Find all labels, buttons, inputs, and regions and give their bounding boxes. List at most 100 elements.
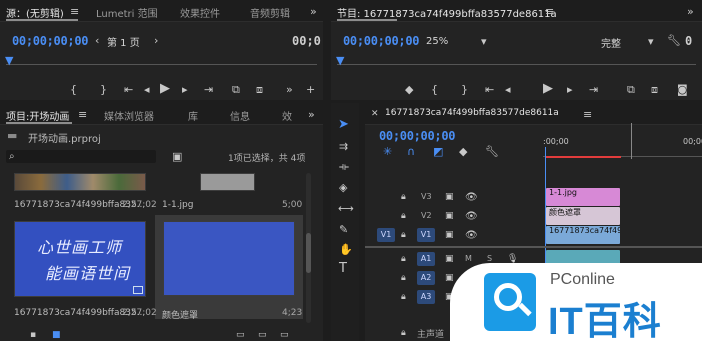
lock-icon[interactable]: ▪ <box>30 330 36 341</box>
track-label[interactable]: V1 <box>417 228 435 242</box>
zoom-select[interactable]: 25% <box>426 36 448 47</box>
new-item-icon[interactable]: ▭ <box>258 330 267 341</box>
color-matte-thumbnail[interactable] <box>163 221 295 296</box>
go-to-in-icon[interactable]: ⇤ <box>124 84 133 95</box>
menu-icon[interactable]: ≡ <box>70 6 79 17</box>
lift-icon[interactable]: ⧉ <box>627 84 635 95</box>
scrollbar-thumb[interactable] <box>306 233 311 273</box>
menu-icon[interactable]: ≡ <box>583 109 592 120</box>
tab-media-browser[interactable]: 媒体浏览器 <box>104 108 154 123</box>
add-marker-icon[interactable]: ◩ <box>433 146 443 157</box>
new-bin-icon[interactable]: ▭ <box>236 330 245 341</box>
insert-icon[interactable]: ⧉ <box>232 84 240 95</box>
menu-icon[interactable]: ≡ <box>545 6 554 17</box>
clip-thumbnail-handwriting[interactable]: 心世画工师 能画语世间 <box>14 221 146 297</box>
timeline-timecode[interactable]: 00;00;00;00 <box>379 129 455 143</box>
tab-info[interactable]: 信息 <box>230 108 250 123</box>
slip-tool-icon[interactable]: ⟷ <box>338 203 354 214</box>
clip-v1[interactable]: 16771873ca74f499bffa83577de8611a <box>546 226 620 244</box>
step-forward-icon[interactable]: ▸ <box>567 84 573 95</box>
eye-icon[interactable]: 👁︎ <box>465 192 478 203</box>
lock-icon[interactable]: 🔒︎ <box>401 273 406 284</box>
ripple-edit-tool-icon[interactable]: ⟛ <box>339 161 349 172</box>
tab-effect-controls[interactable]: 效果控件 <box>180 5 220 20</box>
eye-icon[interactable]: 👁︎ <box>465 230 478 241</box>
quality-dropdown-icon[interactable]: ▾ <box>648 36 654 47</box>
search-input[interactable]: ⌕ <box>6 150 156 163</box>
tab-effects[interactable]: 效 <box>282 108 292 123</box>
add-marker-icon[interactable]: ◆ <box>405 84 413 95</box>
source-timecode[interactable]: 00;00;00;00 <box>12 34 88 48</box>
lock-icon[interactable]: 🔒︎ <box>401 211 406 222</box>
step-forward-icon[interactable]: ▸ <box>182 84 188 95</box>
new-bin-from-search-icon[interactable]: ▣ <box>172 151 182 162</box>
lock-icon[interactable]: 🔒︎ <box>401 328 406 339</box>
tab-libraries[interactable]: 库 <box>188 108 198 123</box>
expand-tabs-icon[interactable]: » <box>310 6 317 17</box>
overwrite-icon[interactable]: ⧈ <box>256 84 263 95</box>
playhead-marker-icon[interactable]: ▼ <box>5 55 13 66</box>
mark-out-icon[interactable]: } <box>100 84 107 95</box>
sync-lock-icon[interactable]: ▣ <box>445 211 454 222</box>
program-timecode[interactable]: 00;00;00;00 <box>343 34 419 48</box>
tab-project[interactable]: 项目:开场动画 <box>6 108 69 123</box>
tab-program[interactable]: 节目: 16771873ca74f499bffa83577de8611a <box>337 5 557 20</box>
pen-tool-icon[interactable]: ✎ <box>339 224 348 235</box>
mute-button[interactable]: M <box>465 254 472 263</box>
add-control-icon[interactable]: + <box>306 84 315 95</box>
go-to-out-icon[interactable]: ⇥ <box>204 84 213 95</box>
mark-out-icon[interactable]: } <box>461 84 468 95</box>
play-icon[interactable]: ▶ <box>160 82 170 95</box>
sync-lock-icon[interactable]: ▣ <box>445 230 454 241</box>
clear-icon[interactable]: ▭ <box>280 330 289 341</box>
sync-lock-icon[interactable]: ▣ <box>445 254 454 265</box>
play-icon[interactable]: ▶ <box>543 82 553 95</box>
eye-icon[interactable]: 👁︎ <box>465 211 478 222</box>
snap-icon[interactable]: ✳︎ <box>383 146 392 157</box>
track-label[interactable]: A1 <box>417 252 435 266</box>
work-area-bar[interactable] <box>545 156 621 158</box>
page-dropdown-icon[interactable]: › <box>154 35 158 46</box>
track-select-tool-icon[interactable]: ⇉ <box>339 141 348 152</box>
type-tool-icon[interactable]: T <box>339 262 347 275</box>
mark-in-icon[interactable]: { <box>431 84 438 95</box>
expand-tabs-icon[interactable]: » <box>687 6 694 17</box>
source-scrub-bar[interactable] <box>6 64 317 65</box>
playhead-marker-icon[interactable]: ▼ <box>336 55 344 66</box>
selected-item-card[interactable] <box>155 215 303 319</box>
tab-source[interactable]: 源：(无剪辑) <box>6 5 64 20</box>
list-view-icon[interactable]: ■ <box>52 330 61 341</box>
quality-select[interactable]: 完整 <box>601 35 621 50</box>
wrench-icon[interactable]: 🔧︎ <box>667 35 681 46</box>
image-thumbnail[interactable] <box>200 173 255 191</box>
tab-audio-clip-mixer[interactable]: 音频剪辑 <box>250 5 290 20</box>
source-patch-v1[interactable]: V1 <box>377 228 395 242</box>
selection-tool-icon[interactable]: ➤ <box>338 118 349 131</box>
go-to-in-icon[interactable]: ⇤ <box>485 84 494 95</box>
tab-lumetri-scopes[interactable]: Lumetri 范围 <box>96 5 158 20</box>
page-prev-icon[interactable]: ‹ <box>95 35 99 46</box>
mark-in-icon[interactable]: { <box>70 84 77 95</box>
tab-sequence[interactable]: 16771873ca74f499bffa83577de8611a <box>385 108 559 118</box>
expand-tabs-icon[interactable]: » <box>308 109 315 120</box>
page-select[interactable]: 第 1 页 <box>107 34 140 49</box>
program-scrub-bar[interactable] <box>337 64 696 65</box>
clip-v3[interactable]: 1-1.jpg <box>546 188 620 206</box>
lock-icon[interactable]: 🔒︎ <box>401 230 406 241</box>
camera-icon[interactable]: ◙ <box>677 84 688 95</box>
linked-selection-icon[interactable]: ∩ <box>407 146 415 157</box>
lock-icon[interactable]: 🔒︎ <box>401 254 406 265</box>
zoom-dropdown-icon[interactable]: ▾ <box>481 36 487 47</box>
clip-thumbnail-video[interactable] <box>14 173 146 191</box>
step-back-icon[interactable]: ◂ <box>144 84 150 95</box>
more-controls-icon[interactable]: » <box>286 84 293 95</box>
close-icon[interactable]: ✕ <box>371 109 379 120</box>
lock-icon[interactable]: 🔒︎ <box>401 192 406 203</box>
solo-button[interactable]: S <box>487 254 492 263</box>
step-back-icon[interactable]: ◂ <box>505 84 511 95</box>
sync-lock-icon[interactable]: ▣ <box>445 273 454 284</box>
lock-icon[interactable]: 🔒︎ <box>401 292 406 303</box>
extract-icon[interactable]: ⧈ <box>651 84 658 95</box>
track-label[interactable]: A3 <box>417 290 435 304</box>
clip-v2[interactable]: 颜色遮罩 <box>546 207 620 225</box>
